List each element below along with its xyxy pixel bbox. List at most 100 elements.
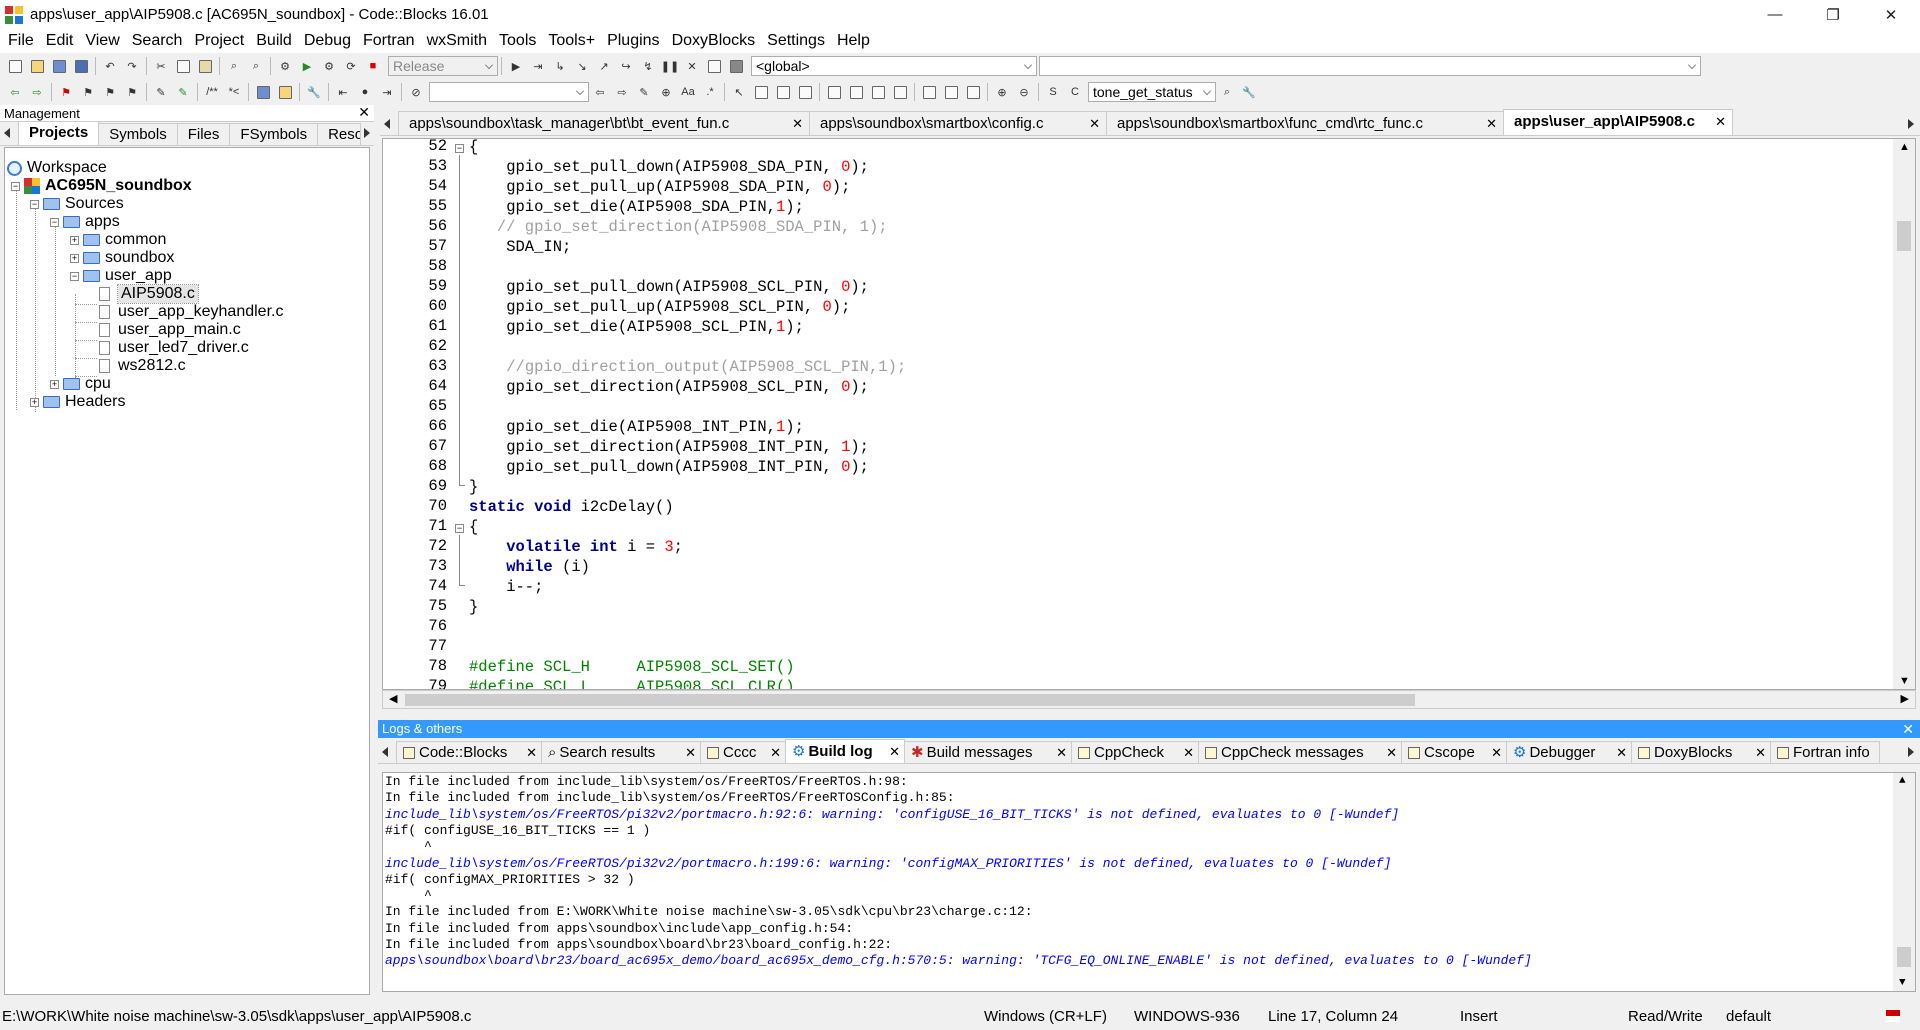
doxy-help-icon[interactable]: [276, 83, 294, 101]
tree-project[interactable]: − AC695N_soundbox: [11, 176, 192, 196]
collapse-icon[interactable]: −: [70, 271, 79, 281]
symbol-s-icon[interactable]: S: [1044, 83, 1062, 101]
wx-box2-icon[interactable]: [942, 83, 960, 101]
search-regex-icon[interactable]: .*: [701, 83, 719, 101]
tab-files[interactable]: Files: [176, 123, 231, 145]
wx-panel-icon[interactable]: [796, 83, 814, 101]
code-line[interactable]: SDA_IN;: [469, 237, 571, 257]
save-all-icon[interactable]: [72, 57, 90, 75]
incremental-search-icon[interactable]: ⊘: [407, 83, 425, 101]
tab-close-icon[interactable]: ✕: [675, 742, 696, 764]
debug-step-out-icon[interactable]: ↗: [595, 57, 613, 75]
scroll-down-icon[interactable]: ▼: [1899, 977, 1906, 989]
debug-info-icon[interactable]: [727, 57, 745, 75]
editor-tabs-right-icon[interactable]: [1908, 119, 1914, 129]
editor-tab-aip5908[interactable]: apps\user_app\AIP5908.c ✕: [1503, 109, 1733, 135]
nav-last-icon[interactable]: ⇥: [378, 83, 396, 101]
log-tab-doxyblocks[interactable]: DoxyBlocks ✕: [1631, 741, 1771, 763]
code-line[interactable]: gpio_set_pull_up(AIP5908_SCL_PIN, 0);: [469, 297, 850, 317]
tab-close-icon[interactable]: ✕: [1376, 742, 1397, 764]
fold-collapse-icon[interactable]: −: [455, 144, 464, 153]
wx-box-icon[interactable]: [920, 83, 938, 101]
code-line[interactable]: gpio_set_pull_down(AIP5908_SCL_PIN, 0);: [469, 277, 869, 297]
tree-file-ws2812[interactable]: ws2812.c: [99, 356, 186, 376]
debug-start-icon[interactable]: ▶: [507, 57, 525, 75]
tabs-scroll-left-icon[interactable]: [4, 128, 10, 138]
debug-pause-icon[interactable]: ❚❚: [661, 57, 679, 75]
fold-collapse-icon[interactable]: −: [455, 524, 464, 533]
search-prev-icon[interactable]: ⇦: [591, 83, 609, 101]
tab-resources[interactable]: Reso: [317, 123, 362, 145]
build-log-output[interactable]: ▲ ▼ In file included from include_lib\sy…: [382, 772, 1916, 992]
log-tab-cccc[interactable]: Cccc ✕: [700, 741, 786, 763]
collapse-icon[interactable]: −: [50, 217, 59, 227]
abort-icon[interactable]: ■: [364, 57, 382, 75]
tab-fsymbols[interactable]: FSymbols: [229, 123, 319, 145]
menu-doxyblocks[interactable]: DoxyBlocks: [666, 30, 762, 52]
wx-dialog-icon[interactable]: [774, 83, 792, 101]
zoom-in-icon[interactable]: ⊕: [993, 83, 1011, 101]
build-run-icon[interactable]: ⚙: [320, 57, 338, 75]
wx-list-icon[interactable]: [869, 83, 887, 101]
tab-close-icon[interactable]: ✕: [516, 742, 537, 764]
log-tab-search-results[interactable]: ⌕ Search results ✕: [541, 741, 701, 763]
code-line[interactable]: }: [469, 477, 478, 497]
code-line[interactable]: {: [469, 517, 478, 537]
code-line[interactable]: gpio_set_direction(AIP5908_INT_PIN, 1);: [469, 437, 869, 457]
copy-icon[interactable]: [174, 57, 192, 75]
editor-vertical-scrollbar[interactable]: ▲ ▼: [1893, 139, 1915, 689]
code-line[interactable]: gpio_set_die(AIP5908_SCL_PIN,1);: [469, 317, 804, 337]
nav-dot-icon[interactable]: ●: [356, 83, 374, 101]
symbol-c-icon[interactable]: C: [1066, 83, 1084, 101]
code-tools-icon[interactable]: 🔧: [1240, 83, 1258, 101]
wx-frame-icon[interactable]: [752, 83, 770, 101]
scroll-thumb[interactable]: [1897, 947, 1911, 967]
tab-close-icon[interactable]: ✕: [1481, 742, 1502, 764]
code-line[interactable]: gpio_set_pull_down(AIP5908_INT_PIN, 0);: [469, 457, 869, 477]
menu-settings[interactable]: Settings: [761, 30, 831, 52]
management-close-icon[interactable]: ✕: [358, 104, 370, 121]
tab-close-icon[interactable]: ✕: [1606, 742, 1627, 764]
close-button[interactable]: ✕: [1862, 0, 1920, 29]
log-tab-fortran-info[interactable]: Fortran info: [1770, 741, 1880, 763]
code-line[interactable]: gpio_set_direction(AIP5908_SCL_PIN, 0);: [469, 377, 869, 397]
log-tab-debugger[interactable]: ⚙ Debugger ✕: [1506, 741, 1632, 763]
tab-close-icon[interactable]: ✕: [879, 741, 900, 763]
collapse-icon[interactable]: −: [11, 181, 20, 191]
code-line[interactable]: //gpio_direction_output(AIP5908_SCL_PIN,…: [469, 357, 906, 377]
bookmark-toggle-icon[interactable]: ⚑: [57, 83, 75, 101]
menu-wxsmith[interactable]: wxSmith: [421, 30, 493, 52]
expand-icon[interactable]: +: [70, 253, 79, 263]
debug-next-line-icon[interactable]: ↳: [551, 57, 569, 75]
code-search-icon[interactable]: ⌕: [1218, 83, 1236, 101]
log-tab-cppcheck[interactable]: CppCheck ✕: [1071, 741, 1199, 763]
scope-combo[interactable]: <global>: [751, 56, 1037, 76]
expand-icon[interactable]: +: [70, 235, 79, 245]
code-line[interactable]: gpio_set_die(AIP5908_SDA_PIN,1);: [469, 197, 804, 217]
tree-file-keyhandler[interactable]: user_app_keyhandler.c: [99, 302, 283, 322]
log-tab-cppcheck-messages[interactable]: CppCheck messages ✕: [1198, 741, 1402, 763]
menu-search[interactable]: Search: [126, 30, 189, 52]
debug-step-instruction-icon[interactable]: ↯: [639, 57, 657, 75]
tree-folder-common[interactable]: + common: [70, 230, 166, 250]
code-line[interactable]: while (i): [469, 557, 590, 577]
toggle-highlight-icon[interactable]: ✎: [174, 83, 192, 101]
scroll-thumb[interactable]: [1897, 221, 1911, 251]
scroll-right-icon[interactable]: ▶: [1901, 692, 1909, 705]
tab-close-icon[interactable]: ✕: [1173, 742, 1194, 764]
wx-box3-icon[interactable]: [964, 83, 982, 101]
open-file-icon[interactable]: [28, 57, 46, 75]
tabs-scroll-right-icon[interactable]: [364, 128, 370, 138]
code-line[interactable]: gpio_set_pull_up(AIP5908_SDA_PIN, 0);: [469, 177, 850, 197]
code-editor[interactable]: 52 53 54 55 56 57 58 59 60 61 62 63 64 65 66 67 68 69 70 71…: [382, 138, 1916, 690]
scroll-up-icon[interactable]: ▲: [1899, 775, 1906, 787]
collapse-icon[interactable]: −: [30, 199, 39, 209]
log-tab-build-log[interactable]: ⚙ Build log ✕: [785, 739, 905, 763]
menu-edit[interactable]: Edit: [40, 30, 80, 52]
tab-close-icon[interactable]: ✕: [760, 742, 781, 764]
debug-stop-icon[interactable]: ✕: [683, 57, 701, 75]
search-case-icon[interactable]: Aa: [679, 83, 697, 101]
new-file-icon[interactable]: [6, 57, 24, 75]
find-icon[interactable]: ⌕: [225, 57, 243, 75]
tree-folder-user-app[interactable]: − user_app: [70, 266, 172, 286]
